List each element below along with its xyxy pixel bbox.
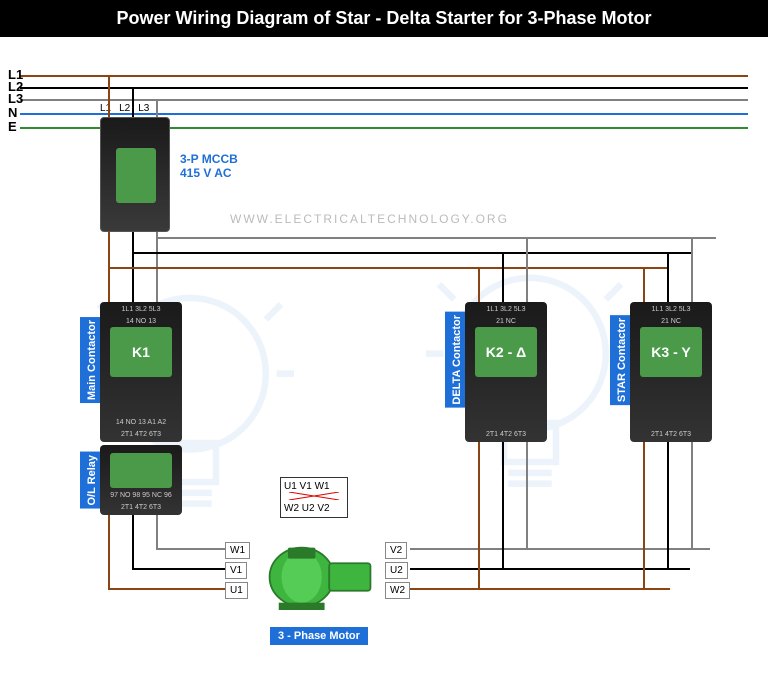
terminals: 2T1 4T2 6T3 <box>100 429 182 440</box>
bus-label-n: N <box>8 105 17 120</box>
wire <box>643 442 645 590</box>
terminals: 14 NO 13 A1 A2 <box>100 417 182 428</box>
terminals: 2T1 4T2 6T3 <box>465 429 547 440</box>
wire <box>691 237 693 302</box>
motor-term-v2: V2 <box>385 542 407 559</box>
wire-l1-drop <box>108 75 110 117</box>
wire <box>156 515 158 550</box>
wire <box>502 442 504 570</box>
wire <box>478 267 480 302</box>
wire <box>667 252 669 302</box>
motor-icon <box>265 537 375 617</box>
terminals: 1L1 3L2 5L3 <box>100 304 182 315</box>
diagram-title: Power Wiring Diagram of Star - Delta Sta… <box>0 0 768 37</box>
terminals: 97 NO 98 95 NC 96 <box>100 490 182 501</box>
mccb-label: 3-P MCCB415 V AC <box>180 152 238 180</box>
wire-l2-drop <box>132 87 134 117</box>
bus-l1 <box>20 75 748 77</box>
terminals: 21 NC <box>630 316 712 327</box>
wire <box>526 442 528 550</box>
watermark-text: WWW.ELECTRICALTECHNOLOGY.ORG <box>230 212 509 226</box>
wire <box>108 588 225 590</box>
motor-junction-diagram: U1 V1 W1 W2 U2 V2 <box>280 477 348 518</box>
wire <box>410 588 670 590</box>
wire <box>132 252 692 254</box>
terminals: 21 NC <box>465 316 547 327</box>
wire <box>667 442 669 570</box>
motor-term-w2: W2 <box>385 582 410 599</box>
wire <box>156 237 716 239</box>
wire <box>132 568 225 570</box>
terminals: 2T1 4T2 6T3 <box>630 429 712 440</box>
wiring-diagram: L1 L2 L3 N E L1L2L3 3-P MCCB415 V AC WWW… <box>0 37 768 688</box>
terminals: 1L1 3L2 5L3 <box>630 304 712 315</box>
overload-relay: 97 NO 98 95 NC 96 2T1 4T2 6T3 <box>100 445 182 515</box>
wire-l3-drop <box>156 99 158 117</box>
wire <box>108 267 668 269</box>
contactor-id: K2 - Δ <box>475 327 537 377</box>
delta-contactor: 1L1 3L2 5L3 21 NC K2 - Δ 2T1 4T2 6T3 <box>465 302 547 442</box>
motor-term-u2: U2 <box>385 562 408 579</box>
wire <box>478 442 480 590</box>
motor-term-w1: W1 <box>225 542 250 559</box>
motor-term-v1: V1 <box>225 562 247 579</box>
bus-l2 <box>20 87 748 89</box>
terminals: 14 NO 13 <box>100 316 182 327</box>
three-phase-motor <box>265 537 375 617</box>
wire <box>156 548 225 550</box>
relay-body <box>110 453 172 488</box>
mccb-breaker <box>100 117 170 232</box>
bus-l3 <box>20 99 748 101</box>
wire <box>526 237 528 302</box>
wire <box>502 252 504 302</box>
contactor-id: K1 <box>110 327 172 377</box>
wire <box>108 515 110 590</box>
contactor-id: K3 - Y <box>640 327 702 377</box>
terminals: 2T1 4T2 6T3 <box>100 502 182 513</box>
star-contactor: 1L1 3L2 5L3 21 NC K3 - Y 2T1 4T2 6T3 <box>630 302 712 442</box>
wire <box>132 515 134 570</box>
wire <box>691 442 693 550</box>
main-contactor: 1L1 3L2 5L3 14 NO 13 K1 14 NO 13 A1 A2 2… <box>100 302 182 442</box>
motor-label: 3 - Phase Motor <box>270 627 368 645</box>
wire <box>410 548 710 550</box>
mccb-face <box>116 148 156 203</box>
motor-term-u1: U1 <box>225 582 248 599</box>
bus-label-e: E <box>8 119 17 134</box>
bus-label-l3: L3 <box>8 91 23 106</box>
wire <box>643 267 645 302</box>
terminals: 1L1 3L2 5L3 <box>465 304 547 315</box>
wire <box>410 568 690 570</box>
